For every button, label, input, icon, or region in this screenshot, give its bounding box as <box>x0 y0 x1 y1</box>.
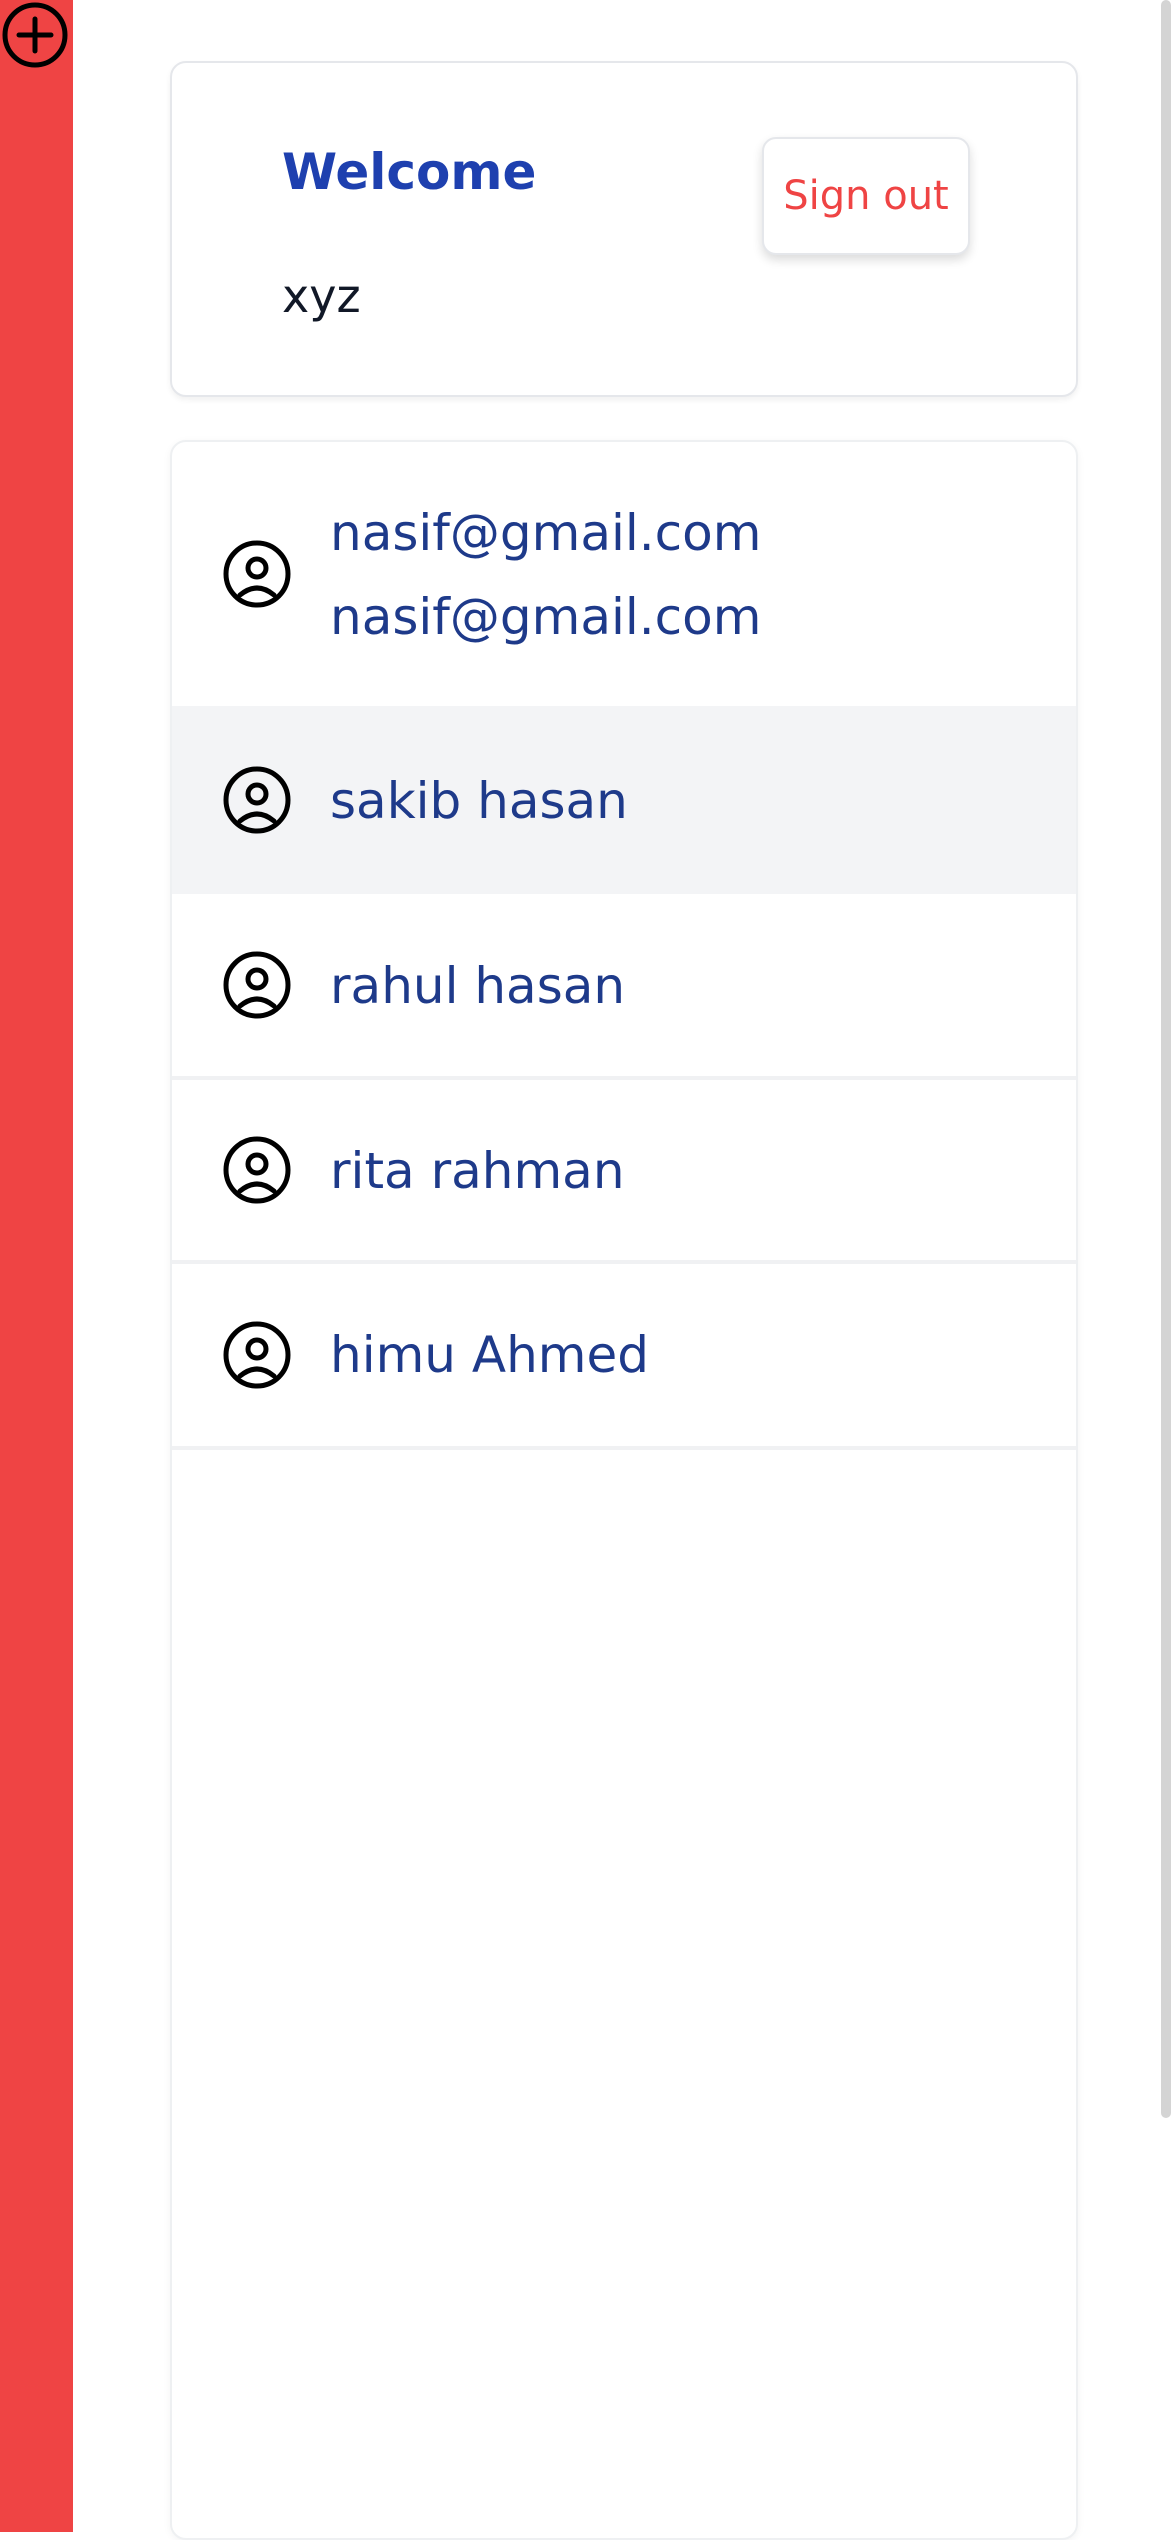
plus-circle-icon <box>2 2 68 68</box>
contact-name: nasif@gmail.com <box>330 504 762 562</box>
contact-name: himu Ahmed <box>330 1326 649 1384</box>
contact-item-nasif[interactable]: nasif@gmail.com nasif@gmail.com <box>172 442 1076 706</box>
user-circle-icon <box>222 1320 292 1390</box>
scrollbar[interactable] <box>1161 0 1171 2118</box>
contact-subtitle: nasif@gmail.com <box>330 588 762 646</box>
user-circle-icon <box>222 1135 292 1205</box>
contact-item-himu[interactable]: himu Ahmed <box>172 1264 1076 1450</box>
welcome-title: Welcome <box>282 143 537 201</box>
contact-item-rita[interactable]: rita rahman <box>172 1080 1076 1264</box>
contact-name: rita rahman <box>330 1142 625 1200</box>
user-circle-icon <box>222 539 292 609</box>
contact-name: sakib hasan <box>330 772 628 830</box>
current-username: xyz <box>282 269 361 323</box>
user-circle-icon <box>222 950 292 1020</box>
contact-name: rahul hasan <box>330 957 626 1015</box>
contact-list: nasif@gmail.com nasif@gmail.com sakib ha… <box>170 440 1078 2540</box>
user-circle-icon <box>222 765 292 835</box>
contact-item-sakib[interactable]: sakib hasan <box>172 706 1076 894</box>
contact-item-rahul[interactable]: rahul hasan <box>172 894 1076 1080</box>
sign-out-button[interactable]: Sign out <box>762 137 970 255</box>
add-button[interactable] <box>1 1 69 69</box>
sidebar <box>0 0 73 2532</box>
welcome-card: Welcome xyz Sign out <box>170 61 1078 397</box>
